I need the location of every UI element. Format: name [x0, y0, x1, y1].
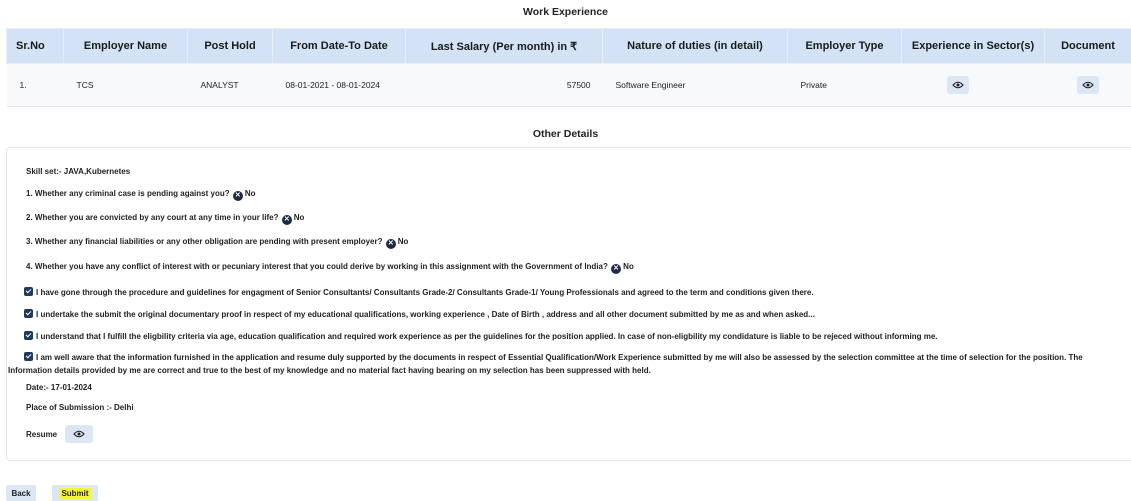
- close-circle-icon: ✕: [282, 215, 292, 225]
- declaration-checkbox[interactable]: [24, 352, 33, 361]
- submission-place: Place of Submission :- Delhi: [26, 403, 134, 412]
- question-1: 1. Whether any criminal case is pending …: [26, 189, 256, 201]
- eye-icon: [1082, 81, 1094, 89]
- submission-date: Date:- 17-01-2024: [26, 383, 92, 392]
- question-2: 2. Whether you are convicted by any cour…: [26, 213, 304, 225]
- work-experience-title: Work Experience: [0, 6, 1131, 18]
- submit-label: Submit: [59, 488, 90, 499]
- work-experience-table: Sr.No Employer Name Post Hold From Date-…: [6, 28, 1131, 107]
- cell-employer: TCS: [64, 64, 188, 107]
- declaration-text: I undertake the submit the original docu…: [36, 310, 815, 319]
- back-button[interactable]: Back: [6, 485, 36, 501]
- close-circle-icon: ✕: [611, 264, 621, 274]
- question-answer: No: [398, 237, 409, 246]
- declaration-checkbox[interactable]: [24, 287, 33, 296]
- declaration-text: I have gone through the procedure and gu…: [36, 288, 814, 297]
- eye-icon: [952, 81, 964, 89]
- resume-row: Resume: [26, 425, 93, 443]
- view-resume-button[interactable]: [65, 425, 93, 443]
- declaration-2: I undertake the submit the original docu…: [26, 308, 1121, 321]
- table-row: 1. TCS ANALYST 08-01-2021 - 08-01-2024 5…: [7, 64, 1131, 107]
- table-header-row: Sr.No Employer Name Post Hold From Date-…: [7, 29, 1131, 64]
- question-answer: No: [623, 262, 634, 271]
- declaration-1: I have gone through the procedure and gu…: [26, 286, 1121, 299]
- view-document-button[interactable]: [1077, 76, 1099, 94]
- submit-button[interactable]: Submit: [52, 485, 98, 501]
- question-text: 4. Whether you have any conflict of inte…: [26, 262, 608, 271]
- col-header-last-salary: Last Salary (Per month) in ₹: [406, 29, 603, 64]
- declaration-text: I understand that I fulfill the eligbili…: [36, 332, 938, 341]
- resume-label: Resume: [26, 430, 57, 439]
- question-text: 3. Whether any financial liabilities or …: [26, 237, 383, 246]
- close-circle-icon: ✕: [233, 191, 243, 201]
- question-text: 1. Whether any criminal case is pending …: [26, 189, 230, 198]
- col-header-nature-of-duties: Nature of duties (in detail): [603, 29, 788, 64]
- question-text: 2. Whether you are convicted by any cour…: [26, 213, 279, 222]
- col-header-post-hold: Post Hold: [188, 29, 273, 64]
- cell-post: ANALYST: [188, 64, 273, 107]
- col-header-srno: Sr.No: [7, 29, 64, 64]
- declaration-text: I am well aware that the information fur…: [8, 353, 1083, 375]
- question-answer: No: [245, 189, 256, 198]
- declaration-checkbox[interactable]: [24, 331, 33, 340]
- cell-duties: Software Engineer: [603, 64, 788, 107]
- declaration-4: I am well aware that the information fur…: [8, 351, 1123, 377]
- cell-salary: 57500: [406, 64, 603, 107]
- close-circle-icon: ✕: [386, 239, 396, 249]
- cell-experience-sector: [902, 64, 1045, 107]
- cell-dates: 08-01-2021 - 08-01-2024: [273, 64, 406, 107]
- skill-set: Skill set:- JAVA,Kubernetes: [26, 167, 130, 176]
- col-header-employer-name: Employer Name: [64, 29, 188, 64]
- declaration-3: I understand that I fulfill the eligbili…: [26, 330, 1121, 343]
- col-header-document: Document: [1045, 29, 1131, 64]
- cell-document: [1045, 64, 1131, 107]
- question-4: 4. Whether you have any conflict of inte…: [26, 262, 634, 274]
- declaration-checkbox[interactable]: [24, 309, 33, 318]
- cell-srno: 1.: [7, 64, 64, 107]
- other-details-title: Other Details: [0, 128, 1131, 140]
- col-header-dates: From Date-To Date: [273, 29, 406, 64]
- cell-employer-type: Private: [788, 64, 902, 107]
- view-sector-button[interactable]: [947, 76, 969, 94]
- col-header-employer-type: Employer Type: [788, 29, 902, 64]
- question-answer: No: [294, 213, 305, 222]
- eye-icon: [73, 430, 85, 438]
- question-3: 3. Whether any financial liabilities or …: [26, 237, 408, 249]
- col-header-experience-sector: Experience in Sector(s): [902, 29, 1045, 64]
